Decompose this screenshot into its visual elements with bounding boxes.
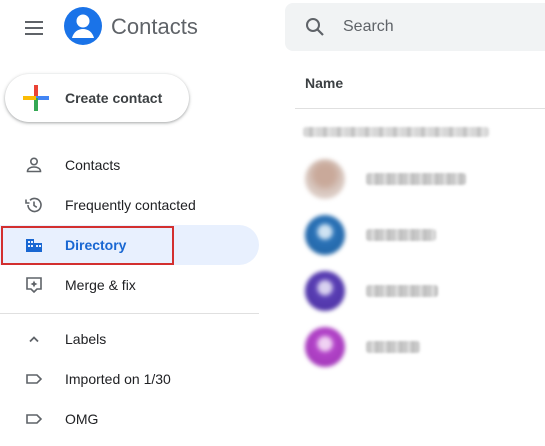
sidebar-label-text: Imported on 1/30 <box>65 371 171 387</box>
sidebar-label-imported[interactable]: Imported on 1/30 <box>0 359 259 399</box>
sidebar-label-omg[interactable]: OMG <box>0 399 259 439</box>
contact-row[interactable] <box>295 265 545 317</box>
person-icon <box>24 155 44 175</box>
divider <box>0 313 259 314</box>
avatar <box>305 159 345 199</box>
sidebar-item-directory[interactable]: Directory <box>0 225 259 265</box>
labels-header-label: Labels <box>65 331 107 347</box>
column-header-name: Name <box>305 75 344 91</box>
menu-icon[interactable] <box>22 16 46 40</box>
divider <box>295 108 545 109</box>
avatar <box>305 327 345 367</box>
avatar <box>305 271 345 311</box>
create-contact-button[interactable]: Create contact <box>5 74 189 122</box>
blurred-contact-name <box>366 173 466 185</box>
create-contact-label: Create contact <box>65 90 163 106</box>
sidebar-item-merge-fix[interactable]: Merge & fix <box>0 265 259 305</box>
avatar <box>305 215 345 255</box>
sidebar-label-text: OMG <box>65 411 99 427</box>
label-icon <box>24 369 44 389</box>
contact-row[interactable] <box>295 321 545 373</box>
contact-row[interactable] <box>295 153 545 205</box>
chevron-up-icon <box>24 329 44 349</box>
sidebar-item-contacts[interactable]: Contacts <box>0 145 259 185</box>
blurred-contact-name <box>366 285 438 297</box>
history-icon <box>24 195 44 215</box>
plus-icon <box>23 85 49 111</box>
search-icon[interactable] <box>303 15 327 39</box>
contacts-logo-icon <box>64 7 102 45</box>
blurred-contact-name <box>366 341 420 353</box>
contact-row[interactable] <box>295 209 545 261</box>
directory-icon <box>24 235 44 255</box>
sidebar-item-label: Merge & fix <box>65 277 136 293</box>
app-title: Contacts <box>111 14 198 39</box>
blurred-summary-text <box>303 127 489 137</box>
labels-header[interactable]: Labels <box>0 319 259 359</box>
blurred-contact-name <box>366 229 436 241</box>
sidebar-item-frequently-contacted[interactable]: Frequently contacted <box>0 185 259 225</box>
search-input[interactable] <box>343 14 543 40</box>
sidebar-item-label: Contacts <box>65 157 121 173</box>
search-bar[interactable] <box>285 3 545 51</box>
sidebar-item-label: Frequently contacted <box>65 197 196 213</box>
label-icon <box>24 409 44 429</box>
merge-fix-icon <box>24 275 44 295</box>
sidebar-item-label: Directory <box>65 237 127 253</box>
